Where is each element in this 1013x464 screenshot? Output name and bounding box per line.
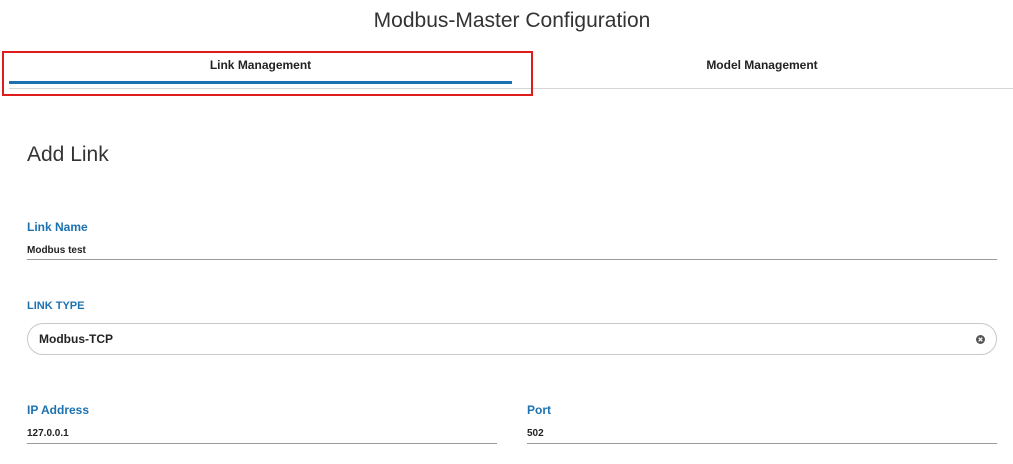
port-label: Port bbox=[527, 403, 551, 417]
port-input[interactable]: 502 bbox=[527, 427, 997, 441]
link-type-select-value: Modbus-TCP bbox=[39, 332, 113, 346]
link-name-label: Link Name bbox=[27, 220, 88, 234]
active-tab-indicator bbox=[9, 81, 512, 84]
link-name-underline bbox=[27, 259, 997, 260]
tab-model-management-label: Model Management bbox=[706, 58, 818, 72]
link-type-label: LINK TYPE bbox=[27, 300, 85, 312]
link-name-input[interactable]: Modbus test bbox=[27, 244, 997, 258]
ip-address-input[interactable]: 127.0.0.1 bbox=[27, 427, 497, 441]
tab-model-management[interactable]: Model Management bbox=[512, 50, 1012, 84]
link-type-select[interactable]: Modbus-TCP bbox=[27, 323, 997, 355]
tab-bar: Link Management Model Management bbox=[9, 50, 1013, 89]
port-underline bbox=[527, 443, 997, 444]
page: Modbus-Master Configuration Link Managem… bbox=[0, 0, 1013, 464]
page-title: Modbus-Master Configuration bbox=[373, 9, 651, 32]
section-title: Add Link bbox=[27, 143, 109, 166]
ip-address-underline bbox=[27, 443, 497, 444]
ip-address-label: IP Address bbox=[27, 403, 90, 417]
tab-link-management[interactable]: Link Management bbox=[9, 50, 512, 84]
clear-icon[interactable] bbox=[976, 335, 985, 344]
tab-link-management-label: Link Management bbox=[209, 58, 312, 72]
